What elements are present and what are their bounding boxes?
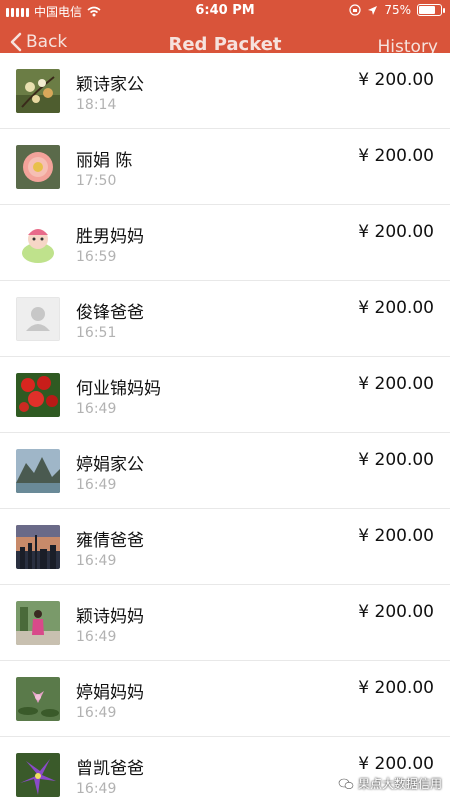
list-item[interactable]: 俊锋爸爸 16:51 ¥ 200.00 <box>0 281 450 357</box>
sender-name: 颖诗家公 <box>76 75 144 95</box>
sender-name: 何业锦妈妈 <box>76 379 161 399</box>
lotus-avatar <box>16 677 60 721</box>
received-time: 18:14 <box>76 97 117 113</box>
chevron-left-icon <box>10 32 22 52</box>
list-item[interactable]: 婷娟妈妈 16:49 ¥ 200.00 <box>0 661 450 737</box>
wechat-icon <box>338 778 354 789</box>
default-user-avatar <box>16 297 60 341</box>
battery-percent: 75% <box>384 3 411 17</box>
packet-amount: ¥ 200.00 <box>358 678 434 698</box>
flower-branch-avatar <box>16 69 60 113</box>
packet-amount: ¥ 200.00 <box>358 222 434 242</box>
received-time: 16:49 <box>76 705 117 721</box>
list-item[interactable]: 胜男妈妈 16:59 ¥ 200.00 <box>0 205 450 281</box>
packet-amount: ¥ 200.00 <box>358 754 434 774</box>
sender-name: 曾凯爸爸 <box>76 759 144 779</box>
red-packet-list: 颖诗家公 18:14 ¥ 200.00 丽娟 陈 17:50 ¥ 200.00 胜男妈妈 16… <box>0 53 450 800</box>
sender-name: 婷娟妈妈 <box>76 683 144 703</box>
packet-amount: ¥ 200.00 <box>358 70 434 90</box>
packet-amount: ¥ 200.00 <box>358 602 434 622</box>
received-time: 16:49 <box>76 781 117 797</box>
list-item[interactable]: 颖诗妈妈 16:49 ¥ 200.00 <box>0 585 450 661</box>
packet-amount: ¥ 200.00 <box>358 526 434 546</box>
sender-name: 胜男妈妈 <box>76 227 144 247</box>
list-item[interactable]: 雍倩爸爸 16:49 ¥ 200.00 <box>0 509 450 585</box>
received-time: 16:49 <box>76 477 117 493</box>
battery-fill <box>419 6 435 14</box>
received-time: 16:51 <box>76 325 117 341</box>
packet-amount: ¥ 200.00 <box>358 374 434 394</box>
sunset-city-avatar <box>16 525 60 569</box>
sender-name: 婷娟家公 <box>76 455 144 475</box>
received-time: 17:50 <box>76 173 117 189</box>
received-time: 16:49 <box>76 553 117 569</box>
battery-icon <box>417 4 445 16</box>
sender-name: 丽娟 陈 <box>76 151 133 171</box>
back-label: Back <box>26 32 68 52</box>
sender-name: 颖诗妈妈 <box>76 607 144 627</box>
sender-name: 雍倩爸爸 <box>76 531 144 551</box>
watermark-text: 果点大数据信用 <box>357 777 442 791</box>
received-time: 16:49 <box>76 629 117 645</box>
orientation-lock-icon <box>349 4 361 16</box>
received-time: 16:59 <box>76 249 117 265</box>
list-item[interactable]: 何业锦妈妈 16:49 ¥ 200.00 <box>0 357 450 433</box>
packet-amount: ¥ 200.00 <box>358 298 434 318</box>
received-time: 16:49 <box>76 401 117 417</box>
back-button[interactable]: Back <box>10 32 67 52</box>
purple-flowers-avatar <box>16 753 60 797</box>
packet-amount: ¥ 200.00 <box>358 450 434 470</box>
list-item[interactable]: 婷娟家公 16:49 ¥ 200.00 <box>0 433 450 509</box>
pink-flower-avatar <box>16 145 60 189</box>
watermark: 果点大数据信用 <box>338 775 442 792</box>
list-item[interactable]: 丽娟 陈 17:50 ¥ 200.00 <box>0 129 450 205</box>
list-item[interactable]: 颖诗家公 18:14 ¥ 200.00 <box>0 53 450 129</box>
person-photo-avatar <box>16 601 60 645</box>
packet-amount: ¥ 200.00 <box>358 146 434 166</box>
status-right: 75% <box>349 3 445 17</box>
location-icon <box>368 5 378 15</box>
sender-name: 俊锋爸爸 <box>76 303 144 323</box>
status-bar: 中国电信 6:40 PM 75% <box>0 0 450 22</box>
landscape-avatar <box>16 449 60 493</box>
red-flowers-avatar <box>16 373 60 417</box>
cartoon-avatar <box>16 221 60 265</box>
